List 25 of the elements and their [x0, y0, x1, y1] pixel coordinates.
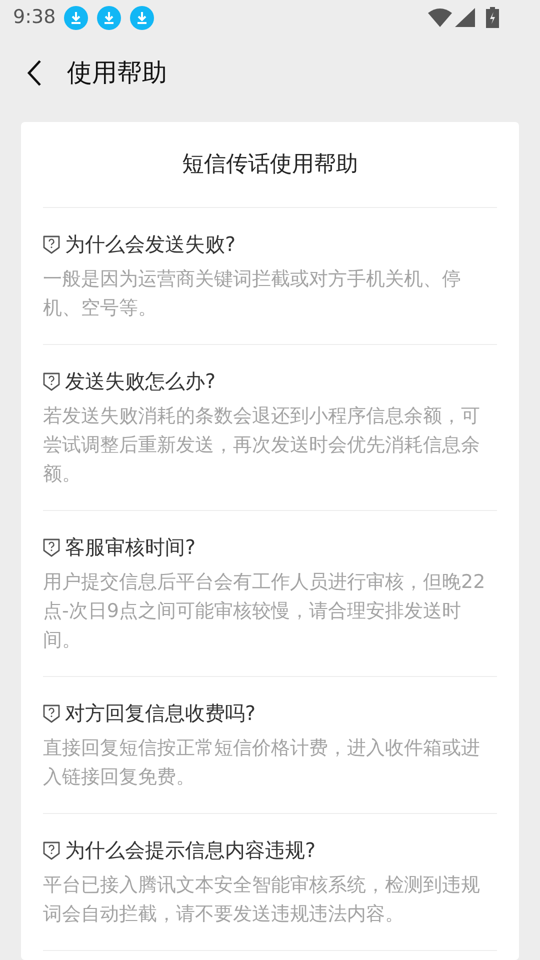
question-text: 为什么会提示信息内容违规? — [65, 837, 316, 864]
download-icon — [130, 6, 154, 30]
question-text: 客服审核时间? — [65, 534, 196, 561]
help-shield-icon — [43, 538, 60, 556]
download-icon — [96, 6, 121, 30]
question-text: 发送失败怎么办? — [65, 368, 216, 395]
wifi-icon — [428, 8, 452, 27]
download-icon — [64, 6, 88, 30]
help-shield-icon — [43, 372, 60, 390]
question-text: 对方回复信息收费吗? — [65, 700, 256, 727]
answer-text: 若发送失败消耗的条数会退还到小程序信息余额，可尝试调整后重新发送，再次发送时会优先消耗信息余额。 — [43, 404, 481, 487]
battery-charging-icon — [486, 7, 499, 28]
page-title: 使用帮助 — [67, 56, 167, 89]
signal-icon — [455, 8, 475, 27]
help-shield-icon — [43, 234, 60, 254]
card-title: 短信传话使用帮助 — [182, 151, 358, 179]
answer-text: 用户提交信息后平台会有工作人员进行审核，但晚22点-次日9点之间可能审核较慢，请合理安排发送时间。 — [43, 570, 486, 653]
answer-text: 直接回复短信按正常短信价格计费，进入收件箱或进入链接回复免费。 — [43, 736, 481, 790]
back-icon — [26, 60, 42, 86]
help-shield-icon — [43, 704, 60, 722]
help-shield-icon — [43, 840, 60, 860]
status-time: 9:38 — [13, 5, 56, 30]
answer-text: 一般是因为运营商关键词拦截或对方手机关机、停机、空号等。 — [43, 267, 462, 321]
question-text: 为什么会发送失败? — [65, 231, 236, 258]
answer-text: 平台已接入腾讯文本安全智能审核系统，检测到违规词会自动拦截，请不要发送违规违法内容。 — [43, 873, 481, 927]
